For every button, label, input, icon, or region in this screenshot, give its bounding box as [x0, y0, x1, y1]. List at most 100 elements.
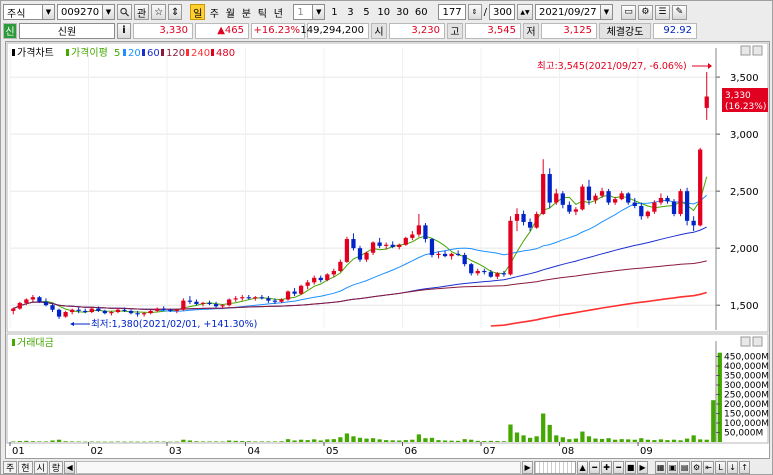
tab-hyeon[interactable]: 현 [18, 460, 33, 474]
candle-body [521, 213, 526, 222]
candle-body [567, 204, 572, 212]
grid-icon[interactable]: ▦ [655, 460, 667, 474]
volume-bar [200, 441, 206, 442]
calendar-dropdown-icon[interactable]: ▼ [600, 4, 613, 20]
maximize-icon[interactable] [740, 45, 751, 56]
right-arrow-icon[interactable]: ▶ [522, 460, 534, 474]
magnifier-icon[interactable] [117, 4, 132, 20]
arrow-down-icon[interactable]: ↓ [727, 460, 739, 474]
minus-icon[interactable]: ━ [613, 460, 625, 474]
minute-select-value[interactable]: 1 [293, 4, 314, 20]
x-tick-label: 06 [405, 446, 418, 457]
play-icon[interactable]: ▶ [637, 460, 649, 474]
volume-bar [364, 438, 369, 442]
period-tick-button[interactable]: 틱 [255, 4, 269, 20]
minute-option-10[interactable]: 10 [375, 4, 392, 20]
count-apply-icon[interactable]: ▲▼ [516, 4, 533, 20]
zoom-in-icon[interactable]: ━ [589, 460, 601, 474]
volume-bar [632, 439, 637, 442]
date-picker[interactable]: 2021/09/27 ▼ [534, 4, 613, 20]
chevron-down-icon[interactable]: ▼ [103, 4, 115, 20]
count-spinner-icon[interactable]: ⇕ [467, 4, 482, 20]
minute-option-30[interactable]: 30 [394, 4, 411, 20]
volume-bar [573, 438, 579, 442]
candle-body [658, 197, 664, 203]
candle-body [462, 255, 467, 265]
info-button[interactable]: i [117, 22, 131, 39]
candle-body [96, 308, 101, 311]
market-select-value[interactable]: 주식 [3, 4, 43, 20]
maximize-icon[interactable] [740, 336, 751, 347]
favorite-star-icon[interactable]: ☆ [151, 4, 167, 20]
current-price-tag-pct: (16.23%) [725, 102, 766, 112]
period-day-button[interactable]: 일 [190, 4, 206, 20]
tab-rang[interactable]: 랑 [48, 460, 64, 474]
window-icon[interactable]: ▭ [620, 4, 636, 20]
tools-icon[interactable]: ✎ [671, 4, 687, 20]
updown-spinner-icon[interactable]: ⇕ [168, 4, 183, 20]
candle-body [272, 300, 278, 302]
tab-si[interactable]: 시 [33, 460, 48, 474]
chart-area[interactable]: 가격차트 가격이평 5 20 60 120 240 480 거래대금 1,500… [5, 41, 770, 459]
image-icon[interactable]: ▣ [667, 460, 679, 474]
total-count-input[interactable]: 300 [488, 4, 515, 20]
candle-body [619, 193, 624, 200]
minute-option-3[interactable]: 3 [343, 4, 357, 20]
legend-ma60: 60 [147, 48, 160, 59]
low-label: 저 [523, 22, 539, 39]
move-icon[interactable]: ✚ [601, 460, 613, 474]
skip-left-icon[interactable]: ⇤ [703, 460, 715, 474]
minute-option-5[interactable]: 5 [359, 4, 373, 20]
volume-bar [416, 434, 422, 442]
candle-body [135, 313, 140, 315]
left-arrow-icon[interactable]: ◀ [64, 460, 76, 474]
volume-bar [619, 439, 624, 442]
candle-body [397, 244, 402, 248]
font-icon[interactable]: L [715, 460, 727, 474]
image2-icon[interactable]: ▤ [679, 460, 691, 474]
chevron-down-icon[interactable]: ▼ [313, 4, 326, 20]
chart-window: 주식 ▼ 009270 ▼ 관 ☆ ⇕ 일 주 월 분 틱 년 1 ▼ 1 3 … [0, 0, 773, 475]
volume-panel [6, 333, 769, 444]
volume-bar [187, 440, 193, 442]
chevron-down-icon[interactable]: ▼ [43, 4, 55, 20]
tab-ju[interactable]: 주 [3, 460, 18, 474]
minute-option-60[interactable]: 60 [413, 4, 430, 20]
chart-svg[interactable]: 가격차트 가격이평 5 20 60 120 240 480 거래대금 1,500… [6, 42, 769, 458]
gear-icon[interactable]: ⚙ [637, 4, 653, 20]
candle-body [292, 291, 297, 294]
candle-body [370, 242, 376, 253]
stock-name[interactable]: 신원 [19, 22, 115, 39]
market-select[interactable]: 주식 ▼ [3, 4, 55, 20]
date-input[interactable]: 2021/09/27 [534, 4, 601, 20]
stop-icon[interactable]: ■ [625, 460, 637, 474]
count-input[interactable]: 177 [437, 4, 466, 20]
toolbar: 주식 ▼ 009270 ▼ 관 ☆ ⇕ 일 주 월 분 틱 년 1 ▼ 1 3 … [3, 3, 770, 21]
period-minute-button[interactable]: 분 [239, 4, 253, 20]
code-input[interactable]: 009270 [57, 4, 103, 20]
minute-option-1[interactable]: 1 [327, 4, 341, 20]
horizontal-scrollbar[interactable] [76, 460, 522, 474]
zoom-slider-icon[interactable] [534, 460, 577, 474]
period-year-button[interactable]: 년 [271, 4, 285, 20]
volume-bar [567, 439, 572, 442]
candle-body [128, 310, 134, 314]
legend-ma240: 240 [191, 48, 210, 59]
minute-select[interactable]: 1 ▼ [293, 4, 326, 20]
close-icon[interactable] [752, 45, 763, 56]
arrow-up-icon[interactable]: ↑ [739, 460, 751, 474]
close-icon[interactable] [752, 336, 763, 347]
candle-body [691, 220, 696, 226]
period-week-button[interactable]: 주 [207, 4, 221, 20]
zoom-out-icon[interactable]: ▲ [577, 460, 589, 474]
settings-icon[interactable]: ⚙ [691, 460, 703, 474]
period-month-button[interactable]: 월 [223, 4, 237, 20]
watchlist-button[interactable]: 관 [134, 4, 150, 20]
volume-bar [665, 440, 670, 442]
volume-bar [534, 436, 539, 442]
volume-bar [24, 440, 29, 442]
candle-body [338, 261, 343, 271]
legend-ma480: 480 [216, 48, 235, 59]
list-icon[interactable]: ☰ [654, 4, 670, 20]
code-field[interactable]: 009270 ▼ [57, 4, 115, 20]
